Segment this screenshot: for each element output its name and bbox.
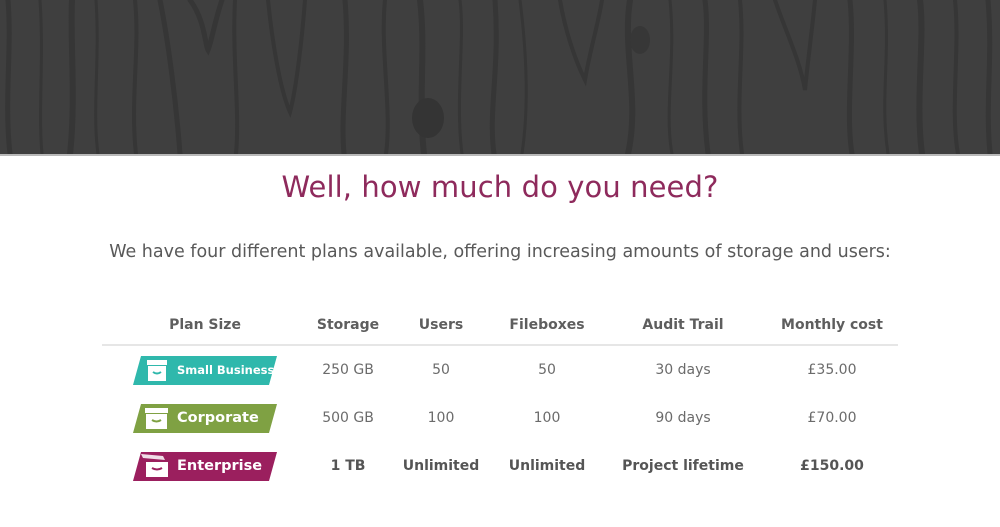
users-cell: Unlimited bbox=[402, 458, 480, 474]
wood-grain-texture bbox=[5, 0, 993, 154]
fileboxes-cell: 100 bbox=[533, 410, 561, 426]
header-storage: Storage bbox=[308, 306, 388, 346]
plan-badge-corporate[interactable]: Corporate bbox=[133, 403, 277, 433]
monthly-cost-cell: £150.00 bbox=[800, 458, 864, 474]
plan-cell: Small Business bbox=[102, 345, 308, 394]
fileboxes-cell: 50 bbox=[538, 362, 556, 378]
plan-badge-small-business[interactable]: Small Business bbox=[133, 355, 277, 385]
users-cell: 50 bbox=[432, 362, 450, 378]
monthly-cost-cell: £35.00 bbox=[807, 362, 857, 378]
page-subtitle: We have four different plans available, … bbox=[109, 242, 891, 262]
audit-trail-cell: 30 days bbox=[655, 362, 711, 378]
header-audit-trail: Audit Trail bbox=[600, 306, 766, 346]
monthly-cost-cell: £70.00 bbox=[807, 410, 857, 426]
table-header-row: Plan Size Storage Users Fileboxes Audit … bbox=[102, 306, 898, 346]
header-fileboxes: Fileboxes bbox=[494, 306, 600, 346]
table-row: Enterprise 1 TB Unlimited Unlimited Proj… bbox=[102, 442, 898, 490]
audit-trail-cell: Project lifetime bbox=[622, 458, 744, 474]
storage-cell: 1 TB bbox=[330, 458, 366, 474]
plan-badge-enterprise[interactable]: Enterprise bbox=[133, 451, 277, 481]
pricing-table: Plan Size Storage Users Fileboxes Audit … bbox=[102, 306, 898, 490]
page-title: Well, how much do you need? bbox=[281, 170, 719, 204]
header-monthly-cost: Monthly cost bbox=[766, 306, 898, 346]
hero-banner bbox=[0, 0, 1000, 156]
plan-name: Corporate bbox=[177, 409, 259, 426]
users-cell: 100 bbox=[427, 410, 455, 426]
plan-name: Enterprise bbox=[177, 457, 263, 474]
storage-cell: 500 GB bbox=[322, 410, 374, 426]
storage-cell: 250 GB bbox=[322, 362, 374, 378]
plan-name: Small Business bbox=[177, 362, 275, 377]
table-row: Small Business 250 GB 50 50 30 days £35.… bbox=[102, 345, 898, 394]
header-plan-size: Plan Size bbox=[102, 306, 308, 346]
audit-trail-cell: 90 days bbox=[655, 410, 711, 426]
header-users: Users bbox=[388, 306, 494, 346]
fileboxes-cell: Unlimited bbox=[508, 458, 586, 474]
table-row: Corporate 500 GB 100 100 90 days £70.00 bbox=[102, 394, 898, 442]
plan-cell: Enterprise bbox=[102, 442, 308, 490]
plan-cell: Corporate bbox=[102, 394, 308, 442]
